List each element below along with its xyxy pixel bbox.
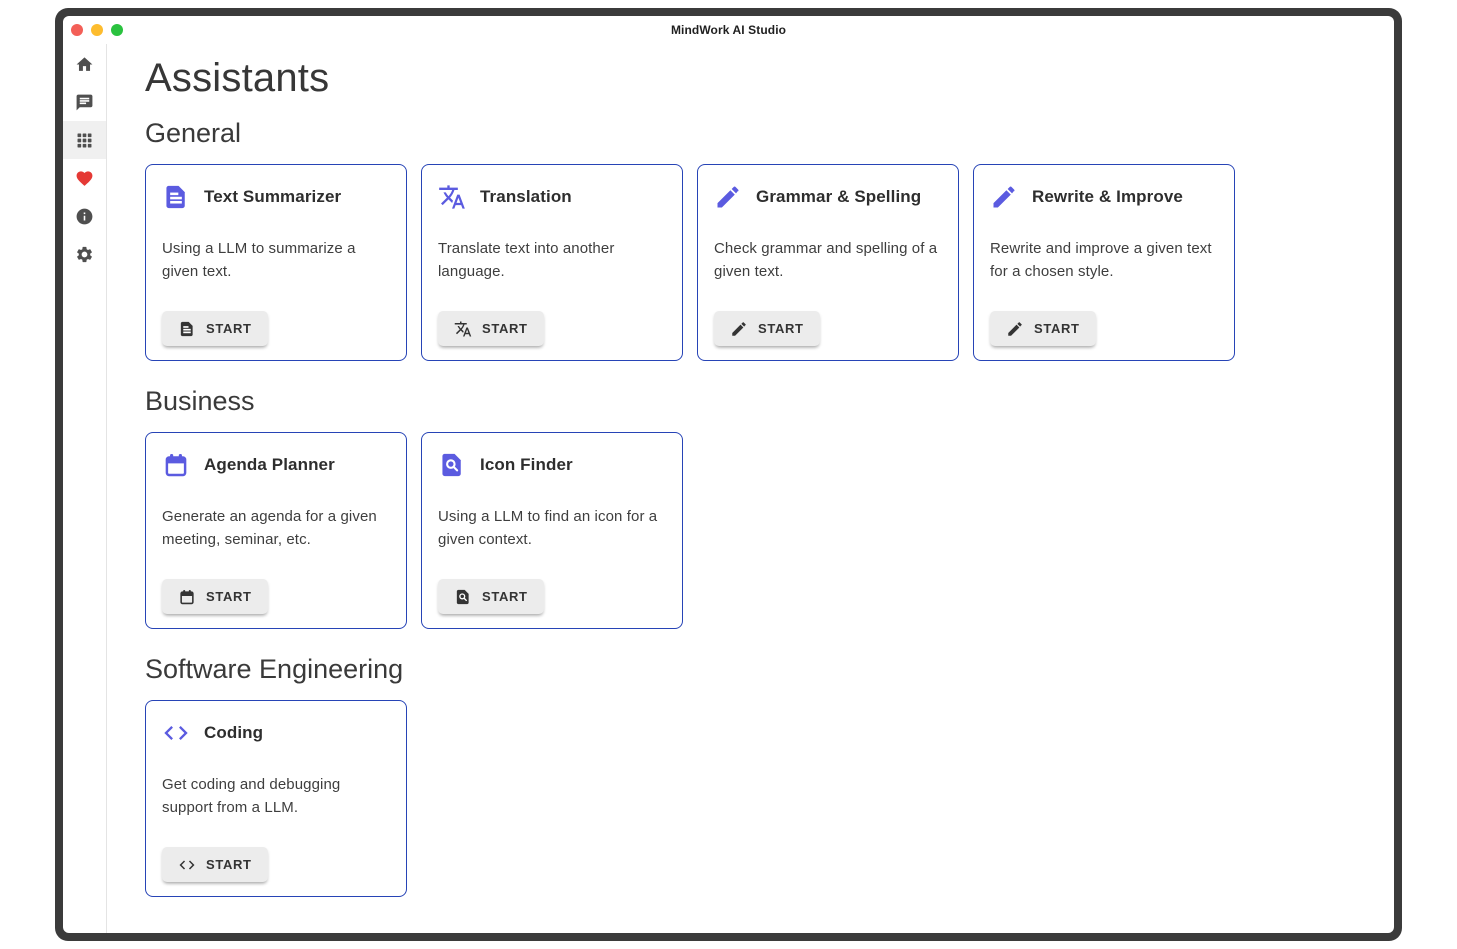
card-coding: Coding Get coding and debugging support … — [145, 700, 407, 897]
pencil-icon — [1006, 320, 1024, 338]
card-description: Generate an agenda for a given meeting, … — [162, 506, 390, 551]
sidebar-item-settings[interactable] — [63, 235, 106, 273]
start-button-label: START — [1034, 321, 1080, 336]
pencil-icon — [730, 320, 748, 338]
start-button-grammar-spelling[interactable]: START — [714, 311, 820, 346]
card-text-summarizer: Text Summarizer Using a LLM to summarize… — [145, 164, 407, 361]
app-body: Assistants General Text Summarizer Using… — [63, 44, 1394, 933]
home-icon — [75, 55, 94, 74]
section-title-business: Business — [145, 386, 1374, 417]
window-frame: MindWork AI Studio — [55, 8, 1402, 941]
card-description: Using a LLM to find an icon for a given … — [438, 506, 666, 551]
card-description: Check grammar and spelling of a given te… — [714, 238, 942, 283]
card-header: Translation — [438, 183, 666, 211]
cards-row-software-engineering: Coding Get coding and debugging support … — [145, 700, 1374, 897]
card-icon-finder: Icon Finder Using a LLM to find an icon … — [421, 432, 683, 629]
card-agenda-planner: Agenda Planner Generate an agenda for a … — [145, 432, 407, 629]
start-button-agenda-planner[interactable]: START — [162, 579, 268, 614]
card-rewrite-improve: Rewrite & Improve Rewrite and improve a … — [973, 164, 1235, 361]
heart-icon — [75, 169, 94, 188]
start-button-label: START — [206, 589, 252, 604]
code-icon — [178, 856, 196, 874]
card-title: Text Summarizer — [204, 187, 341, 207]
cards-row-business: Agenda Planner Generate an agenda for a … — [145, 432, 1374, 629]
assistants-page: Assistants General Text Summarizer Using… — [107, 44, 1394, 933]
card-description: Get coding and debugging support from a … — [162, 774, 390, 819]
card-title: Grammar & Spelling — [756, 187, 921, 207]
calendar-icon — [162, 451, 190, 479]
chat-icon — [75, 93, 94, 112]
sidebar — [63, 44, 107, 933]
window-title: MindWork AI Studio — [63, 23, 1394, 37]
titlebar: MindWork AI Studio — [63, 16, 1394, 44]
card-header: Icon Finder — [438, 451, 666, 479]
start-button-label: START — [482, 589, 528, 604]
translate-icon — [454, 320, 472, 338]
page-title: Assistants — [145, 56, 1374, 101]
card-header: Rewrite & Improve — [990, 183, 1218, 211]
pencil-icon — [990, 183, 1018, 211]
sidebar-item-favorites[interactable] — [63, 159, 106, 197]
cards-row-general: Text Summarizer Using a LLM to summarize… — [145, 164, 1374, 361]
card-title: Icon Finder — [480, 455, 573, 475]
start-button-translation[interactable]: START — [438, 311, 544, 346]
card-header: Text Summarizer — [162, 183, 390, 211]
pencil-icon — [714, 183, 742, 211]
card-header: Grammar & Spelling — [714, 183, 942, 211]
card-description: Using a LLM to summarize a given text. — [162, 238, 390, 283]
card-title: Translation — [480, 187, 572, 207]
document-text-icon — [162, 183, 190, 211]
start-button-rewrite-improve[interactable]: START — [990, 311, 1096, 346]
start-button-icon-finder[interactable]: START — [438, 579, 544, 614]
card-title: Coding — [204, 723, 263, 743]
start-button-label: START — [758, 321, 804, 336]
apps-grid-icon — [75, 131, 94, 150]
card-translation: Translation Translate text into another … — [421, 164, 683, 361]
icon-search-icon — [454, 588, 472, 606]
sidebar-item-home[interactable] — [63, 45, 106, 83]
card-header: Coding — [162, 719, 390, 747]
start-button-label: START — [206, 857, 252, 872]
card-grammar-spelling: Grammar & Spelling Check grammar and spe… — [697, 164, 959, 361]
icon-search-icon — [438, 451, 466, 479]
settings-gear-icon — [75, 245, 94, 264]
translate-icon — [438, 183, 466, 211]
section-title-software-engineering: Software Engineering — [145, 654, 1374, 685]
sidebar-item-about[interactable] — [63, 197, 106, 235]
document-text-icon — [178, 320, 196, 338]
code-icon — [162, 719, 190, 747]
card-title: Rewrite & Improve — [1032, 187, 1183, 207]
sidebar-item-assistants[interactable] — [63, 121, 106, 159]
calendar-icon — [178, 588, 196, 606]
card-description: Rewrite and improve a given text for a c… — [990, 238, 1218, 283]
section-title-general: General — [145, 118, 1374, 149]
start-button-label: START — [482, 321, 528, 336]
card-header: Agenda Planner — [162, 451, 390, 479]
start-button-coding[interactable]: START — [162, 847, 268, 882]
card-description: Translate text into another language. — [438, 238, 666, 283]
start-button-label: START — [206, 321, 252, 336]
info-icon — [75, 207, 94, 226]
app-window: MindWork AI Studio — [63, 16, 1394, 933]
card-title: Agenda Planner — [204, 455, 335, 475]
sidebar-item-chats[interactable] — [63, 83, 106, 121]
start-button-text-summarizer[interactable]: START — [162, 311, 268, 346]
